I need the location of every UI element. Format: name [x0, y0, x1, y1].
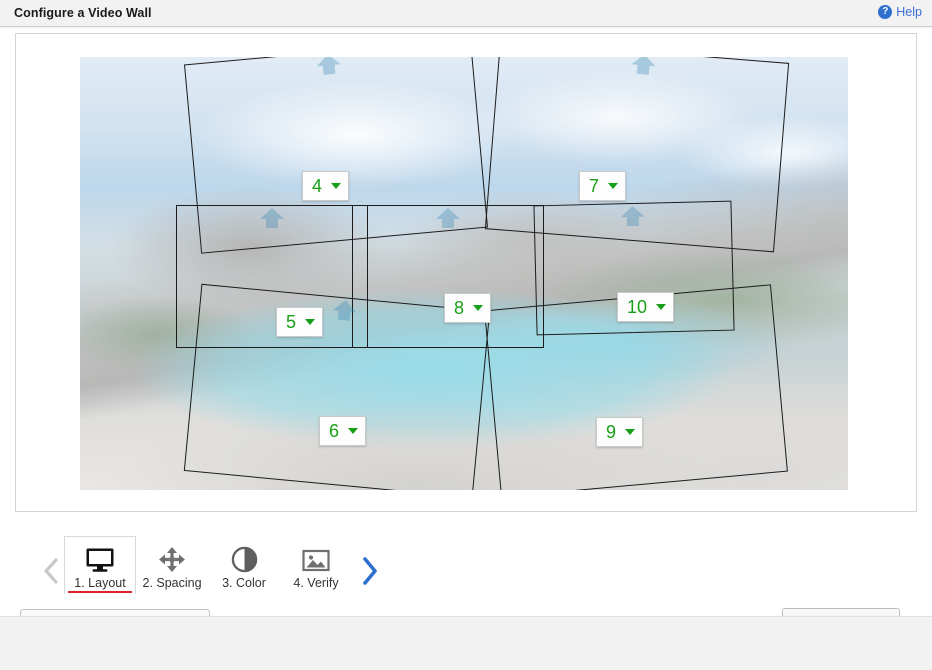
chevron-down-icon[interactable] — [473, 305, 484, 311]
chevron-down-icon[interactable] — [656, 304, 667, 310]
display-badge-label: 10 — [627, 297, 648, 317]
display-badge-label: 7 — [589, 176, 600, 196]
picture-icon — [302, 545, 330, 573]
display-badge-5[interactable]: 5 — [276, 307, 324, 337]
chevron-down-icon[interactable] — [305, 319, 316, 325]
wizard-tab-strip: 1. Layout 2. Spacing 3. Color 4. Verify — [38, 536, 382, 594]
chevron-down-icon[interactable] — [625, 429, 636, 435]
tab-label: 4. Verify — [293, 576, 339, 590]
chevron-down-icon[interactable] — [608, 183, 619, 189]
chevron-down-icon[interactable] — [348, 428, 359, 434]
monitor-icon — [85, 545, 115, 573]
display-badge-label: 5 — [286, 312, 297, 332]
tab-label: 2. Spacing — [142, 576, 202, 590]
main-content: 4 7 5 8 10 6 9 1. Layout 2. Spacing 3. C… — [0, 28, 932, 636]
contrast-icon — [231, 545, 258, 573]
display-badge-label: 6 — [329, 421, 340, 441]
wall-stage: 4 7 5 8 10 6 9 — [80, 57, 848, 490]
display-badge-6[interactable]: 6 — [319, 416, 367, 446]
tab-color[interactable]: 3. Color — [208, 536, 280, 594]
orientation-up-arrow-icon — [316, 57, 341, 75]
orientation-up-arrow-icon — [436, 208, 460, 228]
orientation-up-arrow-icon — [332, 300, 357, 321]
wizard-toolbar: 1. Layout 2. Spacing 3. Color 4. Verify — [0, 520, 932, 595]
display-badge-label: 8 — [454, 298, 465, 318]
question-circle-icon: ? — [878, 5, 893, 19]
chevron-right-icon — [362, 557, 377, 585]
tab-verify[interactable]: 4. Verify — [280, 536, 352, 594]
display-badge-label: 9 — [606, 422, 617, 442]
video-wall-canvas[interactable]: 4 7 5 8 10 6 9 — [15, 33, 917, 512]
tab-layout[interactable]: 1. Layout — [64, 536, 136, 594]
next-step-button[interactable] — [356, 548, 382, 594]
video-wall-configurator: Configure a Video Wall ? Help 4 7 5 8 10… — [0, 0, 932, 670]
orientation-up-arrow-icon — [620, 206, 645, 227]
help-label: Help — [896, 5, 922, 19]
display-badge-8[interactable]: 8 — [444, 293, 492, 323]
tab-label: 3. Color — [222, 576, 266, 590]
prev-step-button[interactable] — [38, 548, 64, 594]
display-badge-4[interactable]: 4 — [302, 171, 350, 201]
orientation-up-arrow-icon — [631, 57, 656, 75]
chevron-left-icon — [43, 558, 58, 584]
display-badge-9[interactable]: 9 — [596, 417, 644, 447]
display-badge-label: 4 — [312, 176, 323, 196]
window-bottom-strip — [0, 616, 932, 670]
help-link[interactable]: ? Help — [878, 5, 922, 19]
window-header: Configure a Video Wall ? Help — [0, 0, 932, 27]
move-arrows-icon — [158, 545, 186, 573]
active-tab-underline — [68, 591, 132, 593]
tab-spacing[interactable]: 2. Spacing — [136, 536, 208, 594]
orientation-up-arrow-icon — [260, 208, 284, 228]
display-badge-10[interactable]: 10 — [617, 292, 675, 322]
chevron-down-icon[interactable] — [331, 183, 342, 189]
page-title: Configure a Video Wall — [14, 6, 152, 20]
display-badge-7[interactable]: 7 — [579, 171, 627, 201]
